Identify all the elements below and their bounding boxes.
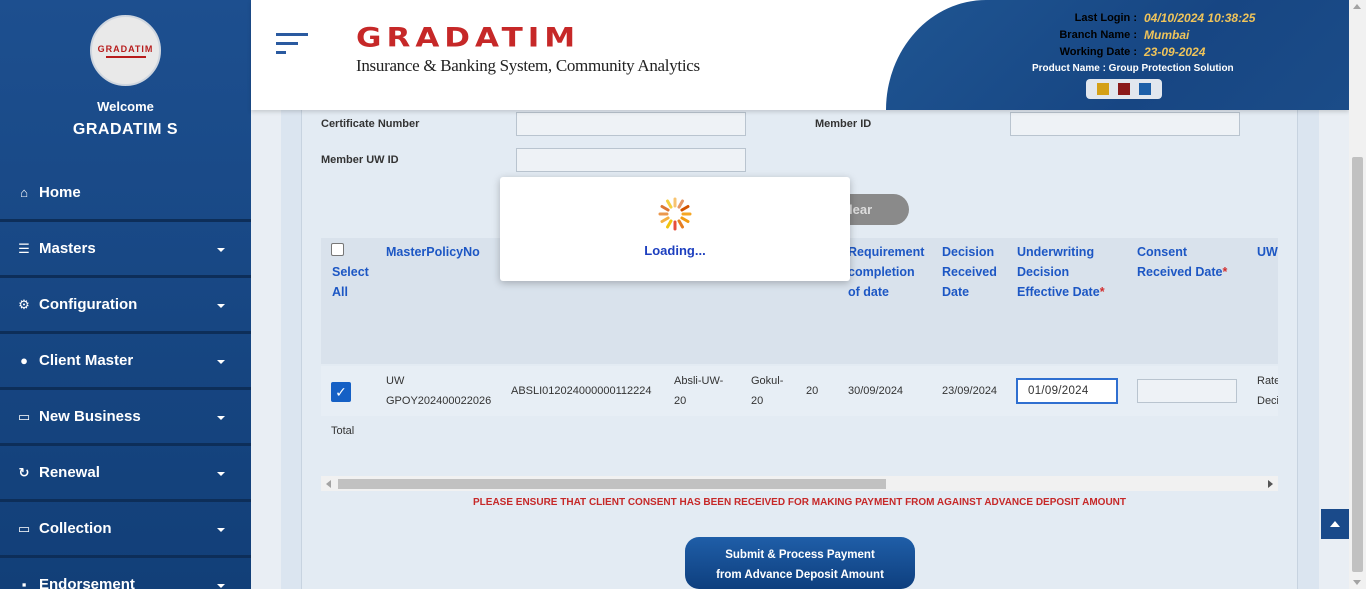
sidebar-item-label: Configuration	[39, 296, 138, 313]
top-header: GRADATIM Insurance & Banking System, Com…	[251, 0, 1349, 110]
cell-uw-truncated: Rate Deci	[1257, 375, 1278, 407]
avatar-logo: GRADATIM	[97, 43, 154, 54]
th-uw-truncated: UW	[1257, 245, 1278, 259]
sidebar-item-client-master[interactable]: ● Client Master	[0, 334, 251, 390]
certificate-number-label: Certificate Number	[321, 118, 420, 130]
sidebar-item-collection[interactable]: ▭ Collection	[0, 502, 251, 558]
sidebar-item-masters[interactable]: ☰ Masters	[0, 222, 251, 278]
refresh-icon: ↻	[18, 464, 30, 480]
sidebar-item-label: Renewal	[39, 464, 100, 481]
branch-value: Mumbai	[1144, 28, 1190, 42]
home-icon: ⌂	[20, 185, 28, 200]
member-id-label: Member ID	[815, 118, 872, 130]
cell-col4: Gokul- 20	[751, 375, 784, 407]
cell-col5: 20	[806, 385, 819, 397]
desktop-icon: ▭	[17, 520, 31, 536]
user-name: GRADATIM S	[72, 121, 179, 138]
caret-down-icon	[217, 416, 225, 420]
consent-warning: PLEASE ENSURE THAT CLIENT CONSENT HAS BE…	[473, 497, 1126, 508]
sidebar-item-home[interactable]: ⌂ Home	[0, 166, 251, 222]
menu-toggle-icon[interactable]	[276, 33, 310, 60]
sidebar-item-label: Client Master	[39, 352, 134, 369]
cell-decision-received-date: 23/09/2024	[942, 385, 998, 397]
certificate-number-input[interactable]	[516, 112, 746, 136]
brand-logo: GRADATIM Insurance & Banking System, Com…	[356, 20, 700, 76]
scroll-right-icon[interactable]	[1268, 480, 1273, 488]
brand-name: GRADATIM	[356, 22, 581, 54]
sidebar-item-label: Endorsement	[39, 576, 135, 589]
last-login-label: Last Login :	[1074, 12, 1137, 24]
working-date-value: 23-09-2024	[1144, 45, 1206, 59]
welcome-label: Welcome	[97, 99, 154, 114]
member-uw-id-input[interactable]	[516, 148, 746, 172]
sidebar-item-label: Home	[39, 184, 81, 201]
cell-master-policy: UW GPOY202400022026	[386, 375, 492, 407]
database-icon: ☰	[18, 240, 30, 256]
caret-down-icon	[217, 472, 225, 476]
select-all-label: Select All	[332, 265, 369, 299]
last-login-value: 04/10/2024 10:38:25	[1144, 11, 1256, 25]
total-label: Total	[331, 425, 355, 437]
chevron-up-icon	[1330, 521, 1340, 527]
sidebar-item-label: Masters	[39, 240, 96, 257]
scroll-down-icon[interactable]	[1353, 580, 1361, 585]
row-checkbox[interactable]: ✓	[331, 382, 351, 402]
cell-col3: Absli-UW- 20	[674, 375, 724, 407]
uw-decision-effective-date-input[interactable]: 01/09/2024	[1016, 378, 1118, 404]
th-master-policy: MasterPolicyNo	[386, 245, 480, 259]
scroll-to-top-button[interactable]	[1321, 509, 1349, 539]
sidebar-item-label: Collection	[39, 520, 112, 537]
scroll-up-icon[interactable]	[1353, 4, 1361, 9]
branch-label: Branch Name :	[1059, 29, 1137, 41]
brand-tagline: Insurance & Banking System, Community An…	[356, 56, 700, 75]
product-name: Product Name : Group Protection Solution	[1032, 63, 1234, 74]
sidebar-nav: ⌂ Home ☰ Masters ⚙ Configuration ● Client Maste…	[0, 166, 251, 589]
sidebar-item-configuration[interactable]: ⚙ Configuration	[0, 278, 251, 334]
loading-modal: Loading...	[500, 177, 850, 281]
cell-req-completion-date: 30/09/2024	[848, 385, 904, 397]
caret-down-icon	[217, 360, 225, 364]
sidebar-item-new-business[interactable]: ▭ New Business	[0, 390, 251, 446]
th-uw-decision-effective: Underwriting Decision Effective Date*	[1017, 245, 1105, 299]
caret-down-icon	[217, 248, 225, 252]
theme-switcher	[1086, 79, 1162, 99]
select-all-checkbox[interactable]	[331, 243, 344, 256]
loading-text: Loading...	[644, 243, 706, 258]
member-id-input[interactable]	[1010, 112, 1240, 136]
th-requirement-completion: Requirement completion of date	[848, 245, 925, 299]
page-vertical-scrollbar[interactable]	[1349, 0, 1366, 589]
page-scroll-thumb[interactable]	[1352, 157, 1363, 572]
table-horizontal-scrollbar[interactable]	[321, 476, 1278, 491]
scroll-thumb[interactable]	[338, 479, 886, 489]
cell-certificate: ABSLI012024000000112224	[511, 385, 652, 397]
briefcase-icon: ▪	[21, 577, 27, 589]
avatar: GRADATIM	[90, 15, 161, 86]
session-info-panel: Last Login : 04/10/2024 10:38:25 Branch …	[886, 0, 1349, 110]
member-uw-id-label: Member UW ID	[321, 154, 399, 166]
caret-down-icon	[217, 304, 225, 308]
working-date-label: Working Date :	[1059, 46, 1137, 58]
caret-down-icon	[217, 584, 225, 588]
loading-spinner-icon	[658, 197, 692, 231]
th-decision-received: Decision Received Date	[942, 245, 997, 299]
theme-blue-swatch[interactable]	[1139, 83, 1151, 95]
cogs-icon: ⚙	[18, 296, 30, 312]
consent-received-date-input[interactable]	[1137, 379, 1237, 403]
caret-down-icon	[217, 528, 225, 532]
user-icon: ●	[20, 353, 28, 368]
sidebar: GRADATIM Welcome GRADATIM S ⌂ Home ☰ Master…	[0, 0, 251, 589]
scroll-left-icon[interactable]	[326, 480, 331, 488]
submit-process-payment-button[interactable]: Submit & Process Payment from Advance Dep…	[685, 537, 915, 589]
theme-gold-swatch[interactable]	[1097, 83, 1109, 95]
sidebar-item-endorsement[interactable]: ▪ Endorsement	[0, 558, 251, 589]
desktop-icon: ▭	[17, 408, 31, 424]
th-consent-received: Consent Received Date*	[1137, 245, 1228, 279]
theme-red-swatch[interactable]	[1118, 83, 1130, 95]
sidebar-item-label: New Business	[39, 408, 141, 425]
sidebar-item-renewal[interactable]: ↻ Renewal	[0, 446, 251, 502]
